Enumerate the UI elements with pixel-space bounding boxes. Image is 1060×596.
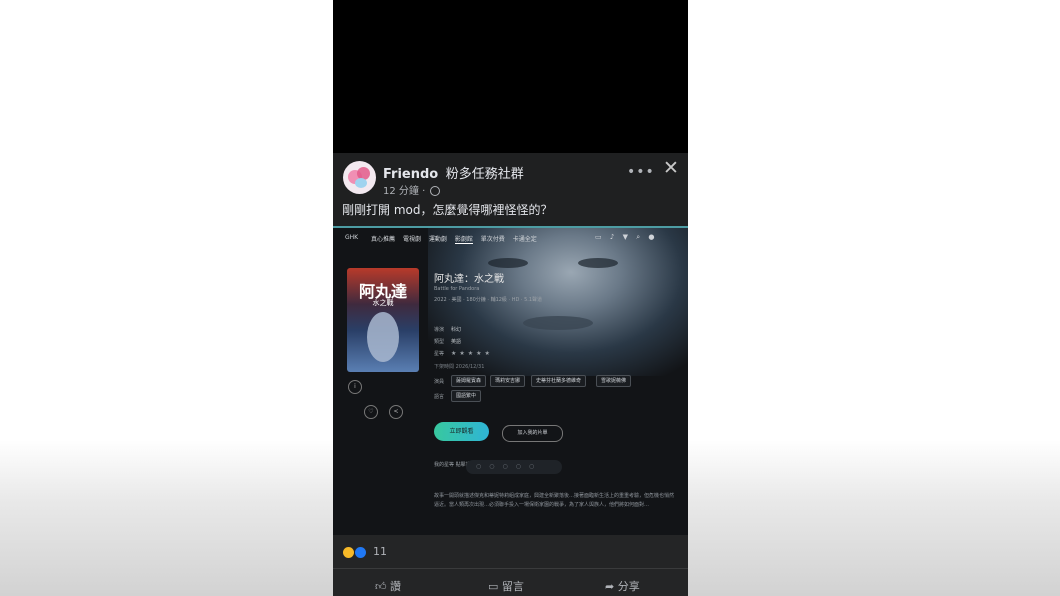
bell-icon[interactable]: ♪ bbox=[610, 233, 614, 241]
group-avatar[interactable] bbox=[343, 161, 376, 194]
movie-subtitle: Battle for Pandora bbox=[434, 286, 480, 292]
row-label: 導演 bbox=[434, 327, 445, 333]
rating-input[interactable]: ○○○○○ bbox=[466, 460, 562, 474]
search-icon[interactable]: ⌕ bbox=[636, 233, 640, 241]
facebook-post-screenshot: Friendo 粉多任務社群 12 分鐘 · ••• ✕ 剛剛打開 mod，怎麼… bbox=[333, 0, 688, 596]
nav-item[interactable]: 電視劇 bbox=[403, 236, 421, 243]
user-icon[interactable]: ● bbox=[648, 233, 654, 241]
language-chip[interactable]: 國語繁中 bbox=[451, 390, 482, 402]
filter-icon[interactable]: ▼ bbox=[623, 233, 628, 241]
group-tag[interactable]: 粉多任務社群 bbox=[446, 167, 524, 182]
app-nav-icons: ▭ ♪ ▼ ⌕ ● bbox=[595, 233, 660, 242]
movie-poster[interactable]: 阿丸達 水之戰 bbox=[347, 268, 419, 372]
nav-item[interactable]: 卡通全定 bbox=[513, 236, 537, 243]
star-rating: ★★★★★ bbox=[451, 350, 493, 357]
nav-item[interactable]: 運動劇 bbox=[429, 236, 447, 243]
row-label: 星等 bbox=[434, 351, 445, 357]
cast-chip[interactable]: 瑪莉安吉娜 bbox=[490, 375, 526, 387]
share-button[interactable]: ➦ 分享 bbox=[605, 578, 640, 594]
app-logo[interactable]: GHK bbox=[345, 234, 365, 242]
haha-icon bbox=[343, 546, 354, 558]
post-header: Friendo 粉多任務社群 12 分鐘 · ••• ✕ 剛剛打開 mod，怎麼… bbox=[333, 153, 688, 228]
movie-meta: 2022 · 美國 · 180分鐘 · 輔12級 · HD · 5.1聲道 bbox=[434, 297, 543, 303]
row-label: 類型 bbox=[434, 339, 445, 345]
share-label: 分享 bbox=[617, 580, 640, 593]
post-meta: 12 分鐘 · bbox=[383, 182, 441, 197]
share-arrow-icon: ➦ bbox=[605, 580, 615, 593]
like-label: 讚 bbox=[390, 580, 401, 593]
movie-description: 故事一開頭就描述傑克和蒂妮特莉組成家庭，興建全新聚落後…接著面臨新生活上的重重考… bbox=[434, 493, 675, 508]
row-value: 英語 bbox=[451, 339, 462, 345]
comment-button[interactable]: ▭ 留言 bbox=[488, 578, 524, 594]
group-name-text[interactable]: Friendo bbox=[383, 167, 438, 182]
post-text: 剛剛打開 mod，怎麼覺得哪裡怪怪的？ bbox=[342, 203, 553, 217]
close-button[interactable]: ✕ bbox=[663, 157, 679, 179]
nav-item[interactable]: 單次付費 bbox=[481, 236, 505, 243]
post-actions: 👍︎ 讚 ▭ 留言 ➦ 分享 bbox=[333, 568, 688, 596]
poster-subtitle: 水之戰 bbox=[372, 299, 394, 307]
share-icon[interactable]: < bbox=[389, 405, 403, 419]
app-nav: 真心推薦 電視劇 運動劇 影劇館 單次付費 卡通全定 bbox=[371, 234, 543, 244]
nav-item[interactable]: 真心推薦 bbox=[371, 236, 395, 243]
cast-chip[interactable]: 史蒂芬杜蘭多德維奇 bbox=[531, 375, 587, 387]
reaction-summary[interactable]: 11 bbox=[343, 545, 387, 558]
reaction-count: 11 bbox=[373, 545, 387, 558]
expiry-date: 下架時間 2026/12/31 bbox=[434, 364, 485, 370]
thumbs-up-icon: 👍︎ bbox=[375, 580, 387, 593]
nav-item-active[interactable]: 影劇館 bbox=[454, 236, 473, 244]
battery-icon: ▭ bbox=[595, 233, 602, 241]
like-button[interactable]: 👍︎ 讚 bbox=[375, 578, 401, 594]
like-icon bbox=[354, 546, 366, 558]
cast-label: 演員 bbox=[434, 379, 445, 385]
cast-chip[interactable]: 薩姆羅賓森 bbox=[451, 375, 487, 387]
movie-title: 阿丸達：水之戰 bbox=[434, 274, 504, 285]
more-options-button[interactable]: ••• bbox=[627, 164, 655, 180]
cast-chip[interactable]: 雪歌妮薇佛 bbox=[596, 375, 632, 387]
row-value: 科幻 bbox=[451, 327, 462, 333]
language-label: 語言 bbox=[434, 394, 445, 400]
embedded-mod-screenshot[interactable]: GHK 真心推薦 電視劇 運動劇 影劇館 單次付費 卡通全定 ▭ ♪ ▼ ⌕ ●… bbox=[333, 228, 688, 535]
info-icon[interactable]: i bbox=[348, 380, 362, 394]
comment-icon: ▭ bbox=[488, 580, 499, 593]
black-status-area bbox=[333, 0, 688, 153]
group-name[interactable]: Friendo 粉多任務社群 bbox=[383, 163, 524, 182]
poster-face bbox=[367, 312, 399, 362]
comment-label: 留言 bbox=[501, 580, 524, 593]
globe-icon bbox=[430, 186, 441, 196]
add-to-list-button[interactable]: 加入我的片單 bbox=[502, 425, 563, 442]
heart-icon[interactable]: ♡ bbox=[364, 405, 378, 419]
post-time: 12 分鐘 · bbox=[383, 186, 426, 197]
watch-now-button[interactable]: 立即觀看 bbox=[434, 422, 489, 441]
